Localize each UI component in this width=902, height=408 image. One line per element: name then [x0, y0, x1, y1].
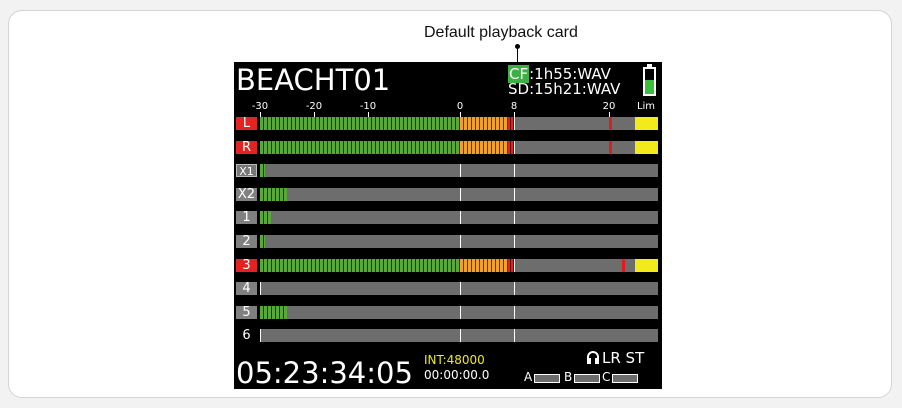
- meter-gridline: [514, 258, 515, 272]
- meter-track: [260, 305, 658, 319]
- channel-label-x1: X1: [236, 164, 257, 178]
- channel-label-3: 3: [236, 258, 257, 272]
- level-bar-red: [508, 140, 514, 154]
- meter-track: [260, 258, 658, 272]
- meter-gridline: [460, 211, 461, 225]
- level-bar-green: [260, 305, 287, 319]
- recorder-display: BEACHT01 CF:1h55:WAV SD:15h21:WAV -30 -20…: [234, 62, 662, 389]
- battery-icon: [643, 67, 656, 96]
- meter-track: [260, 282, 658, 296]
- meter-track: [260, 329, 658, 343]
- monitor-mode: LR ST: [602, 349, 645, 367]
- meter-track: [260, 140, 658, 154]
- battery-level-fill: [645, 80, 654, 94]
- scale-label: 8: [510, 101, 518, 112]
- meter-track: [260, 164, 658, 178]
- sd-card-status: SD:15h21:WAV: [508, 80, 621, 98]
- meter-gridline: [514, 282, 515, 296]
- timecode-display: 05:23:34:05: [236, 356, 413, 389]
- meter-gridline: [514, 329, 515, 343]
- limiter-indicator: [635, 258, 658, 272]
- channel-label-6: 6: [242, 328, 251, 344]
- level-bar-orange: [460, 117, 514, 130]
- peak-hold-marker: [609, 117, 612, 130]
- meter-track: [260, 117, 658, 130]
- meter-track: [260, 235, 658, 248]
- callout-leader-dot: [515, 44, 520, 49]
- callout-label: Default playback card: [424, 24, 578, 41]
- level-bar-green: [260, 140, 460, 154]
- level-bar-green: [260, 235, 266, 248]
- level-bar-red: [508, 117, 514, 130]
- scale-label: 0: [456, 101, 464, 112]
- scale-label: 20: [602, 101, 616, 112]
- meter-gridline: [514, 140, 515, 154]
- level-bar-orange: [460, 140, 514, 154]
- level-bar-red: [508, 258, 514, 272]
- meter-gridline: [260, 329, 261, 343]
- bus-label-b: B: [564, 370, 573, 384]
- meter-gridline: [460, 164, 461, 178]
- bus-meter: [612, 374, 638, 383]
- scale-label: -20: [305, 101, 323, 112]
- bus-label-c: C: [602, 370, 611, 384]
- channel-label-l: L: [236, 117, 257, 130]
- level-bar-green: [260, 117, 460, 130]
- level-bar-green: [260, 258, 460, 272]
- scale-label: -30: [251, 101, 269, 112]
- peak-hold-marker: [609, 140, 612, 154]
- limiter-indicator: [635, 140, 658, 154]
- meter-gridline: [514, 187, 515, 201]
- meter-gridline: [260, 282, 261, 296]
- meter-gridline: [514, 117, 515, 130]
- headphones-icon: [587, 351, 599, 364]
- bus-meter: [534, 374, 560, 383]
- meter-gridline: [460, 282, 461, 296]
- channel-label-4: 4: [236, 282, 257, 296]
- meter-gridline: [460, 187, 461, 201]
- limiter-indicator: [635, 117, 658, 130]
- level-bar-green: [260, 164, 266, 178]
- record-counter: 00:00:00.0: [424, 368, 490, 382]
- meter-gridline: [460, 235, 461, 248]
- meter-gridline: [460, 305, 461, 319]
- scale-label: Lim: [636, 101, 656, 112]
- channel-label-5: 5: [236, 305, 257, 319]
- file-name: BEACHT01: [236, 63, 391, 97]
- channel-label-1: 1: [236, 211, 257, 225]
- sample-rate: INT:48000: [424, 353, 485, 367]
- meter-track: [260, 211, 658, 225]
- channel-label-r: R: [236, 140, 257, 154]
- channel-label-x2: X2: [236, 186, 257, 202]
- meter-track: [260, 187, 658, 201]
- level-bar-green: [260, 187, 287, 201]
- level-bar-orange: [460, 258, 514, 272]
- bus-meter: [574, 374, 600, 383]
- meter-gridline: [460, 329, 461, 343]
- meter-gridline: [514, 211, 515, 225]
- meter-gridline: [514, 235, 515, 248]
- channel-label-2: 2: [236, 235, 257, 248]
- bus-label-a: A: [524, 370, 533, 384]
- meter-gridline: [514, 305, 515, 319]
- peak-hold-marker: [622, 258, 625, 272]
- level-bar-green: [260, 211, 271, 225]
- meter-gridline: [514, 164, 515, 178]
- scale-label: -10: [359, 101, 377, 112]
